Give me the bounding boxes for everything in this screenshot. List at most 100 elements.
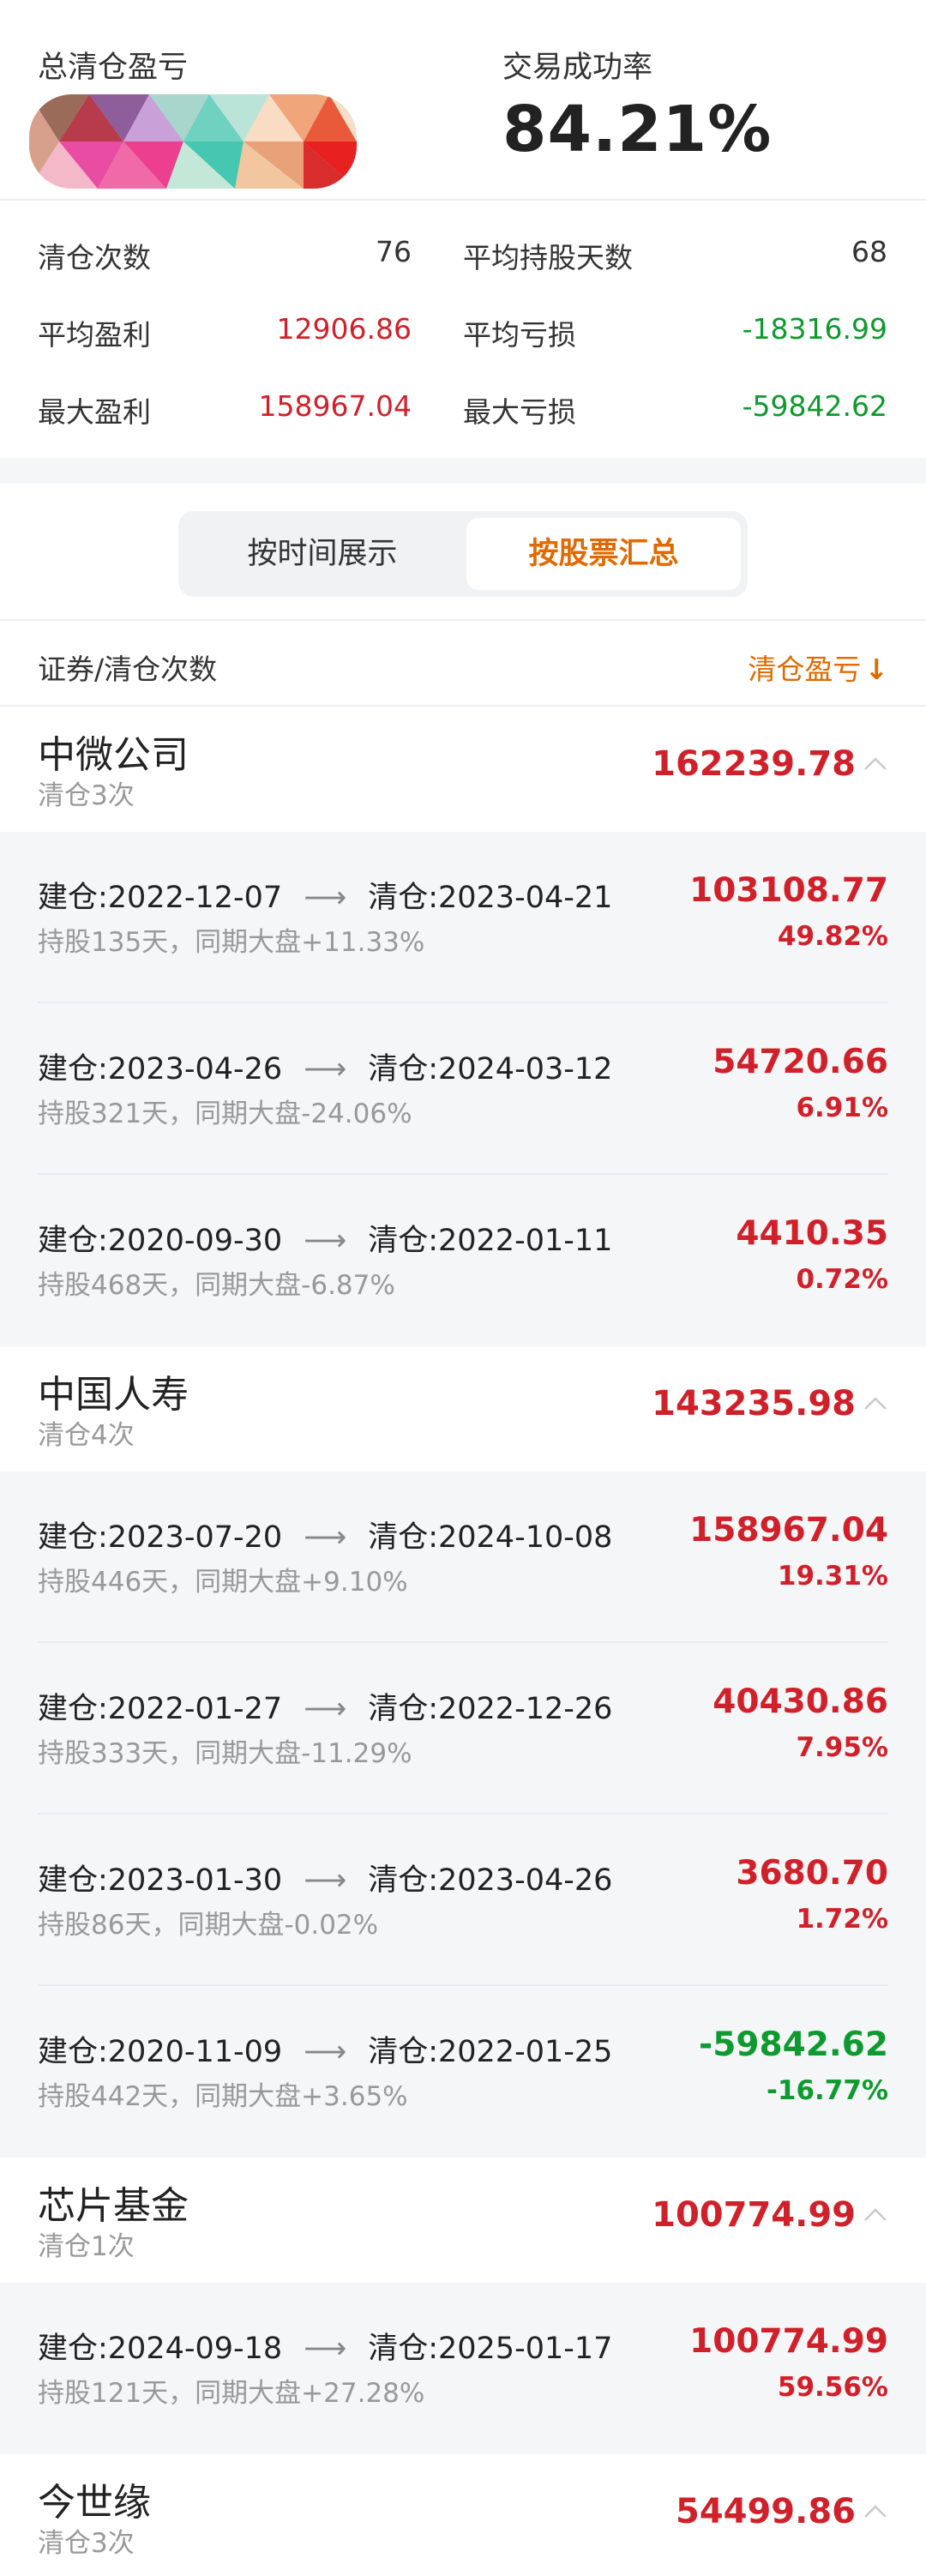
open-date: 建仓:2022-01-27 (38, 1692, 283, 1726)
trade-record-row[interactable]: 建仓:2023-07-20 ⟶ 清仓:2024-10-08 持股446天，同期大盘+9… (0, 1472, 926, 1643)
long-arrow-icon: ⟶ (304, 1052, 347, 1086)
holding-info: 持股468天，同期大盘-6.87% (38, 1270, 395, 1301)
group-total-pnl: 162239.78 (652, 744, 856, 784)
trade-record-row[interactable]: 建仓:2023-04-26 ⟶ 清仓:2024-03-12 持股321天，同期大盘-2… (0, 1003, 926, 1175)
summary-header: 总清仓盈亏 交易成功率 84.21% (0, 0, 926, 199)
chevron-up-icon[interactable] (863, 751, 888, 777)
trade-pnl-percent: 1.72% (796, 1904, 888, 1935)
long-arrow-icon: ⟶ (304, 1863, 347, 1898)
long-arrow-icon: ⟶ (304, 1520, 347, 1555)
stock-group-header[interactable]: 芯片基金 清仓1次 100774.99 (0, 2158, 926, 2283)
long-arrow-icon: ⟶ (304, 2035, 347, 2069)
trade-dates: 建仓:2020-09-30 ⟶ 清仓:2022-01-11 (38, 1216, 612, 1260)
stock-name: 芯片基金 (38, 2184, 189, 2228)
holding-info: 持股121天，同期大盘+27.28% (38, 2378, 425, 2409)
total-pnl-label: 总清仓盈亏 (38, 51, 189, 85)
chevron-up-icon[interactable] (863, 2499, 888, 2525)
trade-record-row[interactable]: 建仓:2022-01-27 ⟶ 清仓:2022-12-26 持股333天，同期大盘-1… (0, 1643, 926, 1815)
stats-panel: 清仓次数 76 平均持股天数 68 平均盈利 12906.86 平均亏损 -18… (0, 199, 926, 458)
trade-dates: 建仓:2022-01-27 ⟶ 清仓:2022-12-26 (38, 1684, 612, 1728)
stat-clear-count: 清仓次数 76 (38, 235, 412, 278)
stat-label: 清仓次数 (38, 241, 151, 274)
trade-pnl-percent: 59.56% (777, 2372, 888, 2403)
stat-value: 68 (851, 235, 887, 268)
group-total-pnl: 143235.98 (652, 1384, 856, 1423)
success-rate-label: 交易成功率 (502, 51, 653, 85)
stat-max-profit: 最大盈利 158967.04 (38, 389, 412, 432)
sort-down-arrow-icon: ↓ (864, 653, 888, 686)
trade-record-row[interactable]: 建仓:2020-09-30 ⟶ 清仓:2022-01-11 持股468天，同期大盘-6… (0, 1175, 926, 1346)
holding-info: 持股442天，同期大盘+3.65% (38, 2081, 408, 2112)
chevron-up-icon[interactable] (863, 2202, 888, 2228)
trade-pnl-amount: 158967.04 (689, 1511, 888, 1550)
long-arrow-icon: ⟶ (304, 2332, 347, 2366)
chevron-up-icon[interactable] (863, 1391, 888, 1417)
stock-group-list: 中微公司 清仓3次 162239.78 建仓:2022-12-07 ⟶ 清仓:2023-0… (0, 707, 926, 2576)
trade-pnl-percent: 19.31% (777, 1561, 888, 1592)
trade-pnl-amount: 103108.77 (689, 871, 888, 910)
long-arrow-icon: ⟶ (304, 881, 347, 915)
group-total-pnl: 54499.86 (675, 2492, 856, 2531)
stock-group-header[interactable]: 中国人寿 清仓4次 143235.98 (0, 1346, 926, 1472)
stat-value: 158967.04 (258, 389, 412, 423)
column-security-label: 证券/清仓次数 (38, 653, 218, 686)
long-arrow-icon: ⟶ (304, 1692, 347, 1726)
group-total-pnl: 100774.99 (652, 2195, 856, 2235)
trade-record-row[interactable]: 建仓:2020-11-09 ⟶ 清仓:2022-01-25 持股442天，同期大盘+3… (0, 1986, 926, 2158)
stat-label: 平均亏损 (463, 318, 576, 352)
close-date: 清仓:2024-03-12 (368, 1052, 613, 1086)
segmented-control: 按时间展示 按股票汇总 (178, 511, 748, 597)
open-date: 建仓:2023-07-20 (38, 1520, 283, 1555)
stat-value: 12906.86 (276, 312, 412, 346)
trade-dates: 建仓:2020-11-09 ⟶ 清仓:2022-01-25 (38, 2027, 612, 2071)
holding-info: 持股446天，同期大盘+9.10% (38, 1567, 408, 1598)
holding-info: 持股135天，同期大盘+11.33% (38, 927, 425, 958)
sort-by-pnl-button[interactable]: 清仓盈亏 ↓ (748, 647, 888, 688)
long-arrow-icon: ⟶ (304, 1224, 347, 1258)
open-date: 建仓:2024-09-18 (38, 2332, 283, 2366)
trade-pnl-percent: 0.72% (796, 1264, 888, 1295)
success-rate-value: 84.21% (502, 93, 773, 166)
tab-by-stock[interactable]: 按股票汇总 (466, 518, 741, 590)
trade-pnl-percent: 49.82% (777, 921, 888, 952)
stock-name: 中国人寿 (38, 1373, 189, 1417)
close-date: 清仓:2023-04-26 (368, 1863, 613, 1898)
trade-pnl-amount: 40430.86 (713, 1682, 888, 1721)
list-column-header: 证券/清仓次数 清仓盈亏 ↓ (0, 621, 926, 707)
trade-record-row[interactable]: 建仓:2022-12-07 ⟶ 清仓:2023-04-21 持股135天，同期大盘+1… (0, 832, 926, 1003)
stat-avg-hold: 平均持股天数 68 (463, 235, 887, 278)
stock-name: 中微公司 (38, 733, 189, 777)
holding-info: 持股333天，同期大盘-11.29% (38, 1738, 412, 1769)
trade-dates: 建仓:2024-09-18 ⟶ 清仓:2025-01-17 (38, 2324, 612, 2368)
stat-max-loss: 最大亏损 -59842.62 (463, 389, 887, 432)
open-date: 建仓:2020-11-09 (38, 2035, 283, 2069)
close-date: 清仓:2023-04-21 (368, 881, 613, 915)
trade-dates: 建仓:2023-01-30 ⟶ 清仓:2023-04-26 (38, 1856, 612, 1899)
close-date: 清仓:2022-01-11 (368, 1224, 613, 1258)
tab-by-time[interactable]: 按时间展示 (185, 518, 460, 590)
stat-avg-loss: 平均亏损 -18316.99 (463, 312, 887, 355)
open-date: 建仓:2023-04-26 (38, 1052, 283, 1086)
trade-pnl-amount: 3680.70 (736, 1854, 888, 1893)
stat-value: -18316.99 (742, 312, 887, 346)
stock-group-header[interactable]: 中微公司 清仓3次 162239.78 (0, 707, 926, 832)
clear-count: 清仓1次 (38, 2231, 135, 2262)
trade-pnl-percent: 7.95% (796, 1732, 888, 1763)
close-date: 清仓:2022-12-26 (368, 1692, 613, 1726)
clear-count: 清仓3次 (38, 780, 135, 811)
stat-label: 平均持股天数 (463, 241, 633, 274)
open-date: 建仓:2023-01-30 (38, 1863, 283, 1898)
trade-pnl-amount: 100774.99 (689, 2322, 888, 2361)
stat-label: 平均盈利 (38, 318, 151, 352)
trade-pnl-amount: 4410.35 (736, 1214, 888, 1253)
trade-dates: 建仓:2023-04-26 ⟶ 清仓:2024-03-12 (38, 1044, 612, 1088)
stat-value: -59842.62 (742, 389, 887, 423)
trade-record-row[interactable]: 建仓:2024-09-18 ⟶ 清仓:2025-01-17 持股121天，同期大盘+2… (0, 2283, 926, 2454)
open-date: 建仓:2022-12-07 (38, 881, 283, 915)
clear-count: 清仓3次 (38, 2528, 135, 2559)
trade-pnl-percent: 6.91% (796, 1092, 888, 1123)
trade-record-row[interactable]: 建仓:2023-01-30 ⟶ 清仓:2023-04-26 持股86天，同期大盘-0.… (0, 1815, 926, 1986)
stat-avg-profit: 平均盈利 12906.86 (38, 312, 412, 355)
stock-group-header[interactable]: 今世缘 清仓3次 54499.86 (0, 2454, 926, 2576)
stat-label: 最大亏损 (463, 395, 576, 429)
